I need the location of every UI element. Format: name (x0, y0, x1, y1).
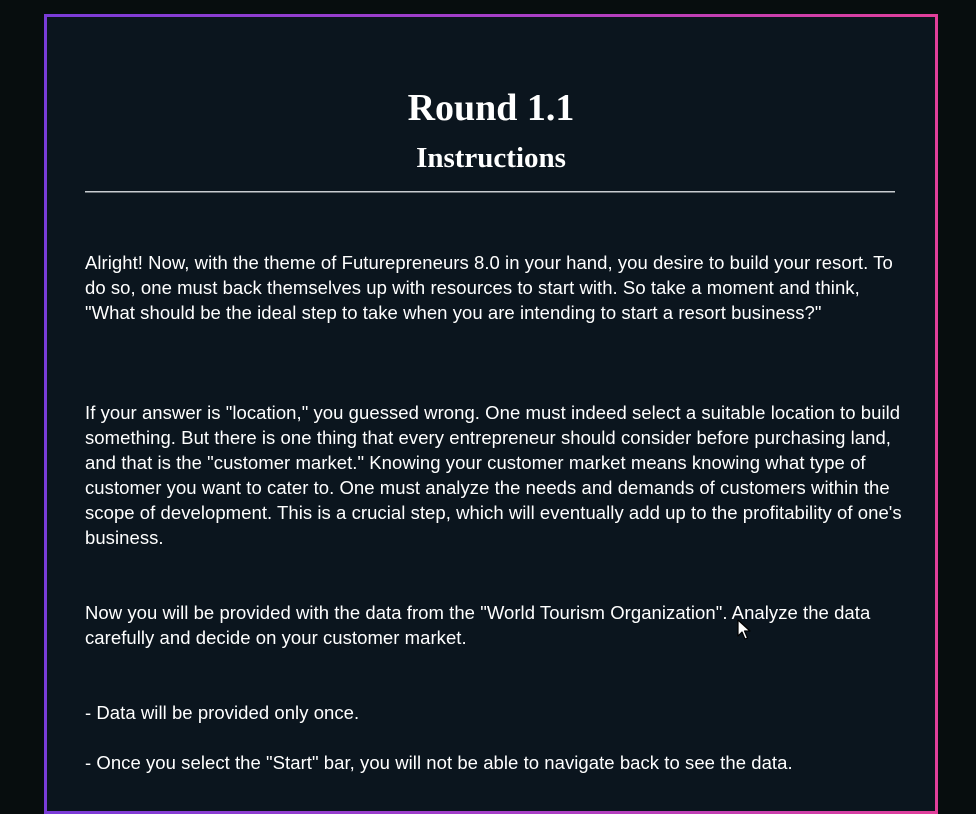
title-divider (85, 191, 895, 193)
instruction-paragraph: If your answer is "location," you guesse… (85, 402, 902, 548)
rule-item: - Once you select the "Start" bar, you w… (85, 752, 793, 773)
instructions-panel-content: Round 1.1 Instructions Alright! Now, wit… (47, 17, 935, 811)
rule-item: - Data will be provided only once. (85, 702, 360, 723)
page-title: Round 1.1 (407, 87, 575, 129)
mouse-pointer-icon (737, 619, 751, 640)
page-subtitle: Instructions (416, 142, 566, 174)
instruction-paragraph: Alright! Now, with the theme of Futurepr… (85, 252, 893, 323)
instructions-panel: Round 1.1 Instructions Alright! Now, wit… (44, 14, 938, 814)
instruction-paragraph: Now you will be provided with the data f… (85, 602, 871, 648)
